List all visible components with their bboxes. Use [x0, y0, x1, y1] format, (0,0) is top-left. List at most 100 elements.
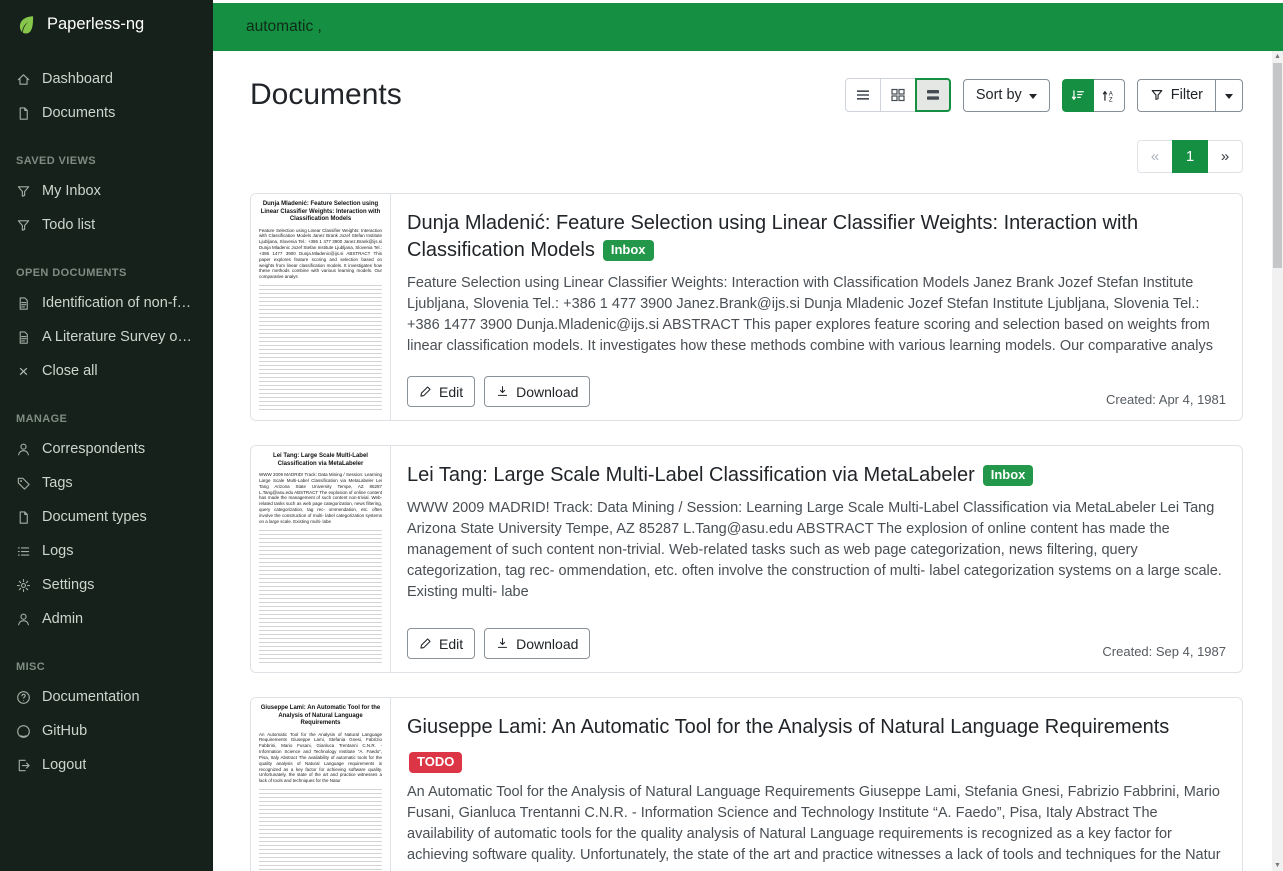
- sidebar-item-label: Close all: [42, 363, 98, 379]
- sidebar-item-logs[interactable]: Logs: [0, 534, 213, 568]
- download-label: Download: [516, 384, 578, 400]
- person-icon: [16, 442, 31, 457]
- sidebar-item-document-types[interactable]: Document types: [0, 500, 213, 534]
- sidebar-item-label: My Inbox: [42, 183, 101, 199]
- sidebar-item-label: GitHub: [42, 723, 87, 739]
- sort-alpha-ascending-button[interactable]: AZ: [1093, 79, 1125, 112]
- scrollbar-thumb[interactable]: [1273, 63, 1282, 268]
- sidebar-item-label: A Literature Survey on …: [42, 329, 197, 345]
- thumbnail-body-text: An Automatic Tool for the Analysis of Na…: [259, 732, 382, 785]
- pagination-previous-button[interactable]: «: [1137, 140, 1173, 173]
- document-thumbnail[interactable]: Lei Tang: Large Scale Multi-Label Classi…: [251, 446, 391, 672]
- filter-split-button: Filter: [1137, 79, 1243, 112]
- document-thumbnail[interactable]: Giuseppe Lami: An Automatic Tool for the…: [251, 698, 391, 871]
- tag-badge[interactable]: Inbox: [983, 465, 1034, 486]
- main-area: Documents Sort by: [213, 0, 1283, 871]
- thumbnail-text-lines: [259, 530, 382, 665]
- sidebar-item-label: Logout: [42, 757, 86, 773]
- sidebar-nav: Dashboard Documents SAVED VIEWS My Inbox…: [0, 48, 213, 782]
- sidebar-item-tags[interactable]: Tags: [0, 466, 213, 500]
- list-controls: Sort by AZ Filter: [845, 78, 1243, 112]
- github-icon: [16, 724, 31, 739]
- sidebar-item-documents[interactable]: Documents: [0, 96, 213, 130]
- thumbnail-body-text: Feature Selection using Linear Classifie…: [259, 228, 382, 281]
- scroll-up-arrow[interactable]: ▲: [1272, 51, 1283, 62]
- gear-icon: [16, 578, 31, 593]
- thumbnail-title-text: Lei Tang: Large Scale Multi-Label Classi…: [259, 453, 382, 468]
- file-text-icon: [16, 330, 31, 345]
- view-list-button[interactable]: [845, 78, 881, 112]
- sidebar-item-label: Documents: [42, 105, 115, 121]
- paperless-leaf-logo: [16, 14, 37, 35]
- open-documents-section-title: OPEN DOCUMENTS: [0, 242, 213, 286]
- sidebar-item-todo-list[interactable]: Todo list: [0, 208, 213, 242]
- manage-section-title: MANAGE: [0, 388, 213, 432]
- sort-alpha-up-icon: AZ: [1101, 88, 1116, 103]
- download-button[interactable]: Download: [484, 628, 590, 659]
- tag-badge[interactable]: TODO: [409, 752, 462, 773]
- saved-views-section-title: SAVED VIEWS: [0, 130, 213, 174]
- pagination-next-button[interactable]: »: [1207, 140, 1243, 173]
- funnel-icon: [1150, 88, 1164, 102]
- document-excerpt: Feature Selection using Linear Classifie…: [407, 273, 1226, 357]
- sidebar: Paperless-ng Dashboard Documents SAVED V…: [0, 0, 213, 871]
- tag-badge[interactable]: Inbox: [603, 240, 654, 261]
- sidebar-open-document-2[interactable]: A Literature Survey on …: [0, 320, 213, 354]
- document-title-link[interactable]: Lei Tang: Large Scale Multi-Label Classi…: [407, 464, 975, 486]
- top-search-bar: [213, 0, 1283, 51]
- filter-dropdown-toggle[interactable]: [1215, 79, 1243, 112]
- edit-button[interactable]: Edit: [407, 628, 475, 659]
- filter-button[interactable]: Filter: [1137, 79, 1216, 112]
- document-card: Dunja Mladenić: Feature Selection using …: [250, 193, 1243, 421]
- view-grid-button[interactable]: [880, 78, 916, 112]
- sort-by-dropdown[interactable]: Sort by: [963, 79, 1050, 112]
- sidebar-item-close-all[interactable]: × Close all: [0, 354, 213, 388]
- edit-label: Edit: [439, 636, 463, 652]
- question-circle-icon: [16, 690, 31, 705]
- sidebar-item-correspondents[interactable]: Correspondents: [0, 432, 213, 466]
- sidebar-item-settings[interactable]: Settings: [0, 568, 213, 602]
- pagination-page-1-button[interactable]: 1: [1172, 140, 1208, 173]
- sidebar-item-github[interactable]: GitHub: [0, 714, 213, 748]
- tag-icon: [16, 476, 31, 491]
- person-badge-icon: [16, 612, 31, 627]
- caret-down-icon: [1029, 94, 1037, 99]
- download-button[interactable]: Download: [484, 376, 590, 407]
- scroll-down-arrow[interactable]: ▼: [1272, 860, 1283, 871]
- documents-page: Documents Sort by: [213, 51, 1283, 871]
- search-input[interactable]: [213, 18, 962, 36]
- created-date: Created: Sep 4, 1987: [1102, 644, 1226, 659]
- document-excerpt: An Automatic Tool for the Analysis of Na…: [407, 782, 1226, 866]
- list-icon: [16, 544, 31, 559]
- sidebar-item-logout[interactable]: Logout: [0, 748, 213, 782]
- sort-direction-group: AZ: [1062, 79, 1125, 112]
- thumbnail-title-text: Giuseppe Lami: An Automatic Tool for the…: [259, 705, 382, 728]
- view-details-button[interactable]: [915, 78, 951, 112]
- filter-label: Filter: [1171, 87, 1203, 103]
- sort-by-label: Sort by: [976, 87, 1022, 103]
- file-icon: [16, 106, 31, 121]
- edit-label: Edit: [439, 384, 463, 400]
- app-brand[interactable]: Paperless-ng: [0, 0, 213, 48]
- sidebar-open-document-1[interactable]: Identification of non-fu…: [0, 286, 213, 320]
- sidebar-item-dashboard[interactable]: Dashboard: [0, 62, 213, 96]
- edit-button[interactable]: Edit: [407, 376, 475, 407]
- sidebar-item-documentation[interactable]: Documentation: [0, 680, 213, 714]
- sort-descending-button[interactable]: [1062, 79, 1094, 112]
- sidebar-item-label: Todo list: [42, 217, 95, 233]
- document-thumbnail[interactable]: Dunja Mladenić: Feature Selection using …: [251, 194, 391, 420]
- house-icon: [16, 72, 31, 87]
- document-title-link[interactable]: Dunja Mladenić: Feature Selection using …: [407, 212, 1138, 261]
- pencil-icon: [419, 637, 432, 650]
- close-icon: ×: [16, 366, 31, 377]
- sidebar-item-label: Document types: [42, 509, 147, 525]
- download-label: Download: [516, 636, 578, 652]
- sidebar-item-admin[interactable]: Admin: [0, 602, 213, 636]
- sidebar-item-my-inbox[interactable]: My Inbox: [0, 174, 213, 208]
- document-title-link[interactable]: Giuseppe Lami: An Automatic Tool for the…: [407, 716, 1169, 738]
- document-card: Giuseppe Lami: An Automatic Tool for the…: [250, 697, 1243, 871]
- sort-down-icon: [1070, 88, 1085, 103]
- thumbnail-title-text: Dunja Mladenić: Feature Selection using …: [259, 201, 382, 224]
- file-text-icon: [16, 296, 31, 311]
- list-view-icon: [855, 87, 871, 103]
